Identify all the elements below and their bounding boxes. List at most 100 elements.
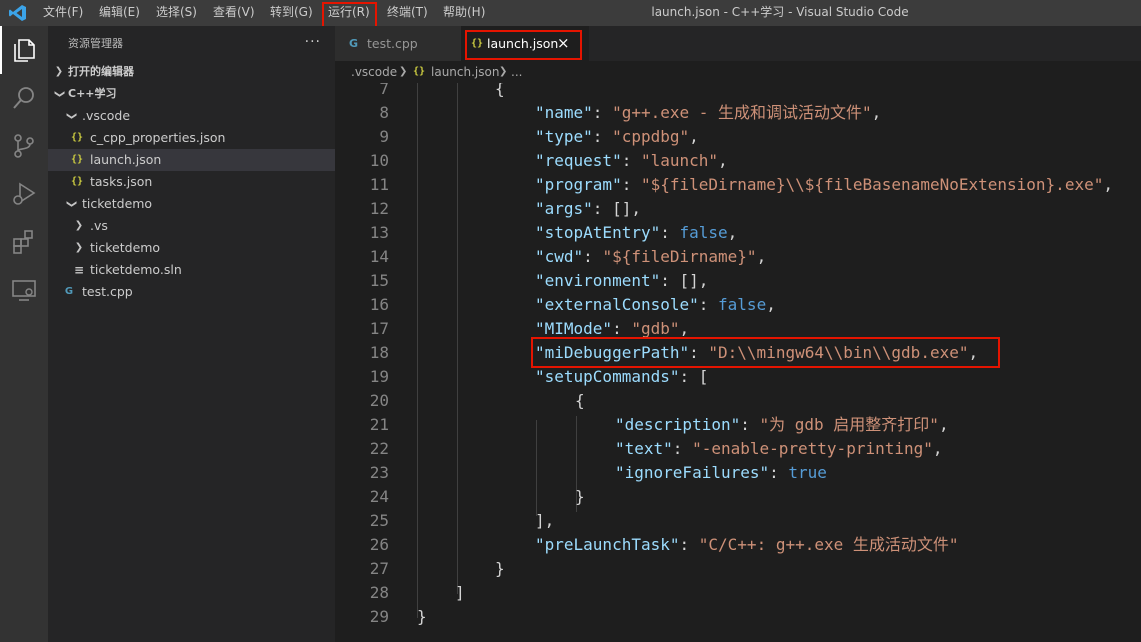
line-number: 28 xyxy=(369,583,389,602)
code-line[interactable]: 23 "ignoreFailures": true xyxy=(335,461,1141,485)
code-line[interactable]: 25], xyxy=(335,509,1141,533)
code-token: false xyxy=(679,223,728,242)
code-token: "type" xyxy=(535,127,593,146)
menu-file[interactable]: 文件(F) xyxy=(43,0,83,26)
tree-item-ticketdemo-subfolder[interactable]: ❯ ticketdemo xyxy=(48,237,335,259)
tree-item-label: ticketdemo.sln xyxy=(90,262,182,277)
code-text: "cwd": "${fileDirname}", xyxy=(535,245,766,269)
code-token: "${fileDirname}" xyxy=(602,247,757,266)
tree-item-c-cpp-properties[interactable]: {} c_cpp_properties.json xyxy=(48,127,335,149)
code-token: : xyxy=(621,175,641,194)
code-token: : xyxy=(740,415,760,434)
code-text: { xyxy=(495,83,505,101)
code-line[interactable]: 9 "type": "cppdbg", xyxy=(335,125,1141,149)
code-line[interactable]: 8 "name": "g++.exe - 生成和调试活动文件", xyxy=(335,101,1141,125)
tree-item-ticketdemo-sln[interactable]: ≡ ticketdemo.sln xyxy=(48,259,335,281)
breadcrumb-folder[interactable]: .vscode xyxy=(351,61,397,83)
extensions-icon[interactable] xyxy=(10,228,38,256)
code-line[interactable]: 24} xyxy=(335,485,1141,509)
code-token: , xyxy=(689,127,699,146)
code-line[interactable]: 7{ xyxy=(335,83,1141,101)
menu-view[interactable]: 查看(V) xyxy=(213,0,255,26)
code-line[interactable]: 26 "preLaunchTask": "C/C++: g++.exe 生成活动文… xyxy=(335,533,1141,557)
remote-explorer-icon[interactable] xyxy=(10,276,38,304)
code-token: "cwd" xyxy=(535,247,584,266)
chevron-down-icon: ❯ xyxy=(54,89,65,99)
tree-item-label: .vs xyxy=(90,218,108,233)
tab-test-cpp[interactable]: G test.cpp xyxy=(335,26,461,61)
tree-item-launch-json[interactable]: {} launch.json xyxy=(48,149,335,171)
search-icon[interactable] xyxy=(10,84,38,112)
code-line[interactable]: 22 "text": "-enable-pretty-printing", xyxy=(335,437,1141,461)
code-token: ] xyxy=(455,583,465,602)
code-token: , xyxy=(932,439,943,458)
line-number: 23 xyxy=(369,463,389,482)
code-text: "text": "-enable-pretty-printing", xyxy=(615,437,943,461)
menu-help[interactable]: 帮助(H) xyxy=(443,0,485,26)
code-line[interactable]: 19 "setupCommands": [ xyxy=(335,365,1141,389)
code-text: "stopAtEntry": false, xyxy=(535,221,737,245)
menu-terminal[interactable]: 终端(T) xyxy=(387,0,428,26)
menu-go[interactable]: 转到(G) xyxy=(270,0,313,26)
code-text: "request": "launch", xyxy=(535,149,728,173)
tree-item-vs-folder[interactable]: ❯ .vs xyxy=(48,215,335,237)
tree-item-label: test.cpp xyxy=(82,284,133,299)
code-token: "externalConsole" xyxy=(535,295,699,314)
source-control-icon[interactable] xyxy=(10,132,38,160)
breadcrumb-file[interactable]: launch.json xyxy=(431,61,499,83)
code-line[interactable]: 20 { xyxy=(335,389,1141,413)
sln-file-icon: ≡ xyxy=(73,263,85,277)
code-line[interactable]: 16 "externalConsole": false, xyxy=(335,293,1141,317)
code-token: "gdb" xyxy=(631,319,680,338)
chevron-down-icon: ❯ xyxy=(66,111,77,121)
code-text: "program": "${fileDirname}\\${fileBasena… xyxy=(535,173,1113,197)
line-number: 26 xyxy=(369,535,389,554)
workspace-section[interactable]: ❯ C++学习 xyxy=(48,83,335,105)
code-line[interactable]: 15 "environment": [], xyxy=(335,269,1141,293)
menu-selection[interactable]: 选择(S) xyxy=(156,0,197,26)
tree-item-tasks-json[interactable]: {} tasks.json xyxy=(48,171,335,193)
run-debug-icon[interactable] xyxy=(10,180,38,208)
menu-edit[interactable]: 编辑(E) xyxy=(99,0,140,26)
tree-item-test-cpp[interactable]: G test.cpp xyxy=(48,281,335,303)
code-line[interactable]: 27} xyxy=(335,557,1141,581)
code-token: : xyxy=(592,103,613,122)
code-token: "MIMode" xyxy=(535,319,613,338)
tree-item-vscode-folder[interactable]: ❯ .vscode xyxy=(48,105,335,127)
line-number: 15 xyxy=(369,271,389,290)
breadcrumb-rest[interactable]: ... xyxy=(511,61,522,83)
explorer-icon[interactable] xyxy=(10,36,38,64)
vscode-logo-icon[interactable] xyxy=(8,3,28,23)
code-line[interactable]: 12 "args": [], xyxy=(335,197,1141,221)
more-actions-icon[interactable]: ··· xyxy=(305,26,321,62)
line-number: 20 xyxy=(369,391,389,410)
open-editors-section[interactable]: ❯ 打开的编辑器 xyxy=(48,61,335,83)
code-token: : xyxy=(592,127,613,146)
code-line[interactable]: 14 "cwd": "${fileDirname}", xyxy=(335,245,1141,269)
code-token: "-enable-pretty-printing" xyxy=(692,439,933,458)
line-number: 8 xyxy=(379,103,389,122)
json-file-icon: {} xyxy=(413,66,426,77)
line-number: 11 xyxy=(369,175,389,194)
code-line[interactable]: 29} xyxy=(335,605,1141,629)
code-token: "cppdbg" xyxy=(612,127,690,146)
explorer-header: 资源管理器 xyxy=(68,37,123,50)
code-line[interactable]: 28] xyxy=(335,581,1141,605)
code-token: "stopAtEntry" xyxy=(535,223,661,242)
code-line[interactable]: 11 "program": "${fileDirname}\\${fileBase… xyxy=(335,173,1141,197)
code-token: "args" xyxy=(535,199,593,218)
code-token: : [], xyxy=(592,199,641,218)
tree-item-label: c_cpp_properties.json xyxy=(90,130,226,145)
code-token: : xyxy=(679,535,699,554)
line-number: 7 xyxy=(379,83,389,98)
json-file-icon: {} xyxy=(70,132,84,143)
code-line[interactable]: 10 "request": "launch", xyxy=(335,149,1141,173)
code-line[interactable]: 13 "stopAtEntry": false, xyxy=(335,221,1141,245)
code-token: : xyxy=(769,463,789,482)
chevron-down-icon: ❯ xyxy=(66,199,77,209)
tree-item-ticketdemo-folder[interactable]: ❯ ticketdemo xyxy=(48,193,335,215)
code-token: , xyxy=(756,247,767,266)
code-line[interactable]: 21 "description": "为 gdb 启用整齐打印", xyxy=(335,413,1141,437)
activity-bar xyxy=(0,26,48,642)
breadcrumb: .vscode ❯ {} launch.json ❯ ... xyxy=(335,61,1141,83)
